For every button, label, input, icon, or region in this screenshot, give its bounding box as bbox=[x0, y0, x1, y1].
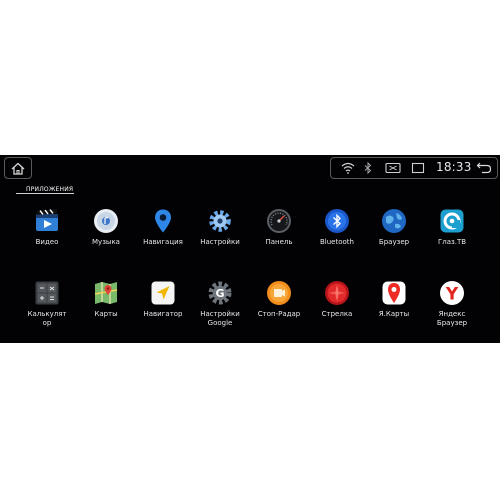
glaz-tv-icon bbox=[440, 209, 464, 233]
app-label: Я.Карты bbox=[378, 310, 410, 318]
app-label: Стрелка bbox=[321, 310, 353, 318]
head-unit-screen: 18:33 ПРИЛОЖЕНИЯ Видео Музыка Навигация … bbox=[0, 155, 500, 343]
app-video[interactable]: Видео bbox=[17, 208, 77, 278]
app-yandex-browser[interactable]: Y Яндекс Браузер bbox=[422, 280, 482, 343]
app-label: Глаз.ТВ bbox=[437, 238, 467, 246]
app-label: Стоп-Радар bbox=[257, 310, 301, 318]
navigation-pin-icon bbox=[155, 209, 171, 233]
tab-underline bbox=[16, 193, 74, 194]
app-label: Настройки Google bbox=[200, 310, 240, 327]
app-label: Яндекс Браузер bbox=[436, 310, 468, 327]
app-label: Навигация bbox=[143, 238, 183, 246]
app-yandex-maps[interactable]: Я.Карты bbox=[364, 280, 424, 343]
app-navigator[interactable]: Навигатор bbox=[133, 280, 193, 343]
home-button[interactable] bbox=[4, 157, 32, 179]
app-label: Настройки bbox=[200, 238, 240, 246]
bluetooth-status-icon bbox=[364, 162, 372, 174]
clock: 18:33 bbox=[436, 160, 472, 174]
app-bluetooth[interactable]: Bluetooth bbox=[307, 208, 367, 278]
tab-applications[interactable]: ПРИЛОЖЕНИЯ bbox=[26, 186, 73, 193]
status-panel: 18:33 bbox=[330, 157, 498, 179]
app-music[interactable]: Музыка bbox=[76, 208, 136, 278]
music-icon bbox=[94, 209, 118, 233]
app-label: Калькулят ор bbox=[27, 310, 67, 327]
app-strelka[interactable]: Стрелка bbox=[307, 280, 367, 343]
yandex-browser-icon: Y bbox=[440, 281, 464, 305]
back-icon[interactable] bbox=[476, 161, 492, 174]
app-calculator[interactable]: Калькулят ор bbox=[17, 280, 77, 343]
yandex-maps-icon bbox=[382, 281, 406, 305]
app-maps[interactable]: Карты bbox=[76, 280, 136, 343]
app-label: Навигатор bbox=[143, 310, 183, 318]
svg-text:G: G bbox=[215, 287, 224, 300]
app-label: Панель bbox=[265, 238, 293, 246]
svg-text:Y: Y bbox=[445, 285, 459, 305]
strelka-icon bbox=[325, 281, 349, 305]
google-settings-icon: G bbox=[208, 281, 232, 305]
app-google-settings[interactable]: G Настройки Google bbox=[190, 280, 250, 343]
app-label: Браузер bbox=[378, 238, 410, 246]
app-stop-radar[interactable]: Стоп-Радар bbox=[249, 280, 309, 343]
calculator-icon bbox=[35, 281, 59, 305]
app-label: Карты bbox=[94, 310, 118, 318]
navigator-arrow-icon bbox=[151, 281, 175, 305]
video-icon bbox=[36, 209, 58, 231]
dashboard-gauge-icon bbox=[267, 209, 291, 233]
app-browser[interactable]: Браузер bbox=[364, 208, 424, 278]
bluetooth-icon bbox=[325, 209, 349, 233]
app-dashboard[interactable]: Панель bbox=[249, 208, 309, 278]
wifi-icon bbox=[341, 162, 355, 174]
app-settings[interactable]: Настройки bbox=[190, 208, 250, 278]
app-label: Музыка bbox=[92, 238, 120, 246]
stop-radar-icon bbox=[267, 281, 291, 305]
app-glaz-tv[interactable]: Глаз.ТВ bbox=[422, 208, 482, 278]
app-navigation[interactable]: Навигация bbox=[133, 208, 193, 278]
app-label: Видео bbox=[35, 238, 59, 246]
status-bar: 18:33 bbox=[0, 155, 500, 181]
recent-apps-icon[interactable] bbox=[411, 162, 425, 174]
screenshot-icon[interactable] bbox=[385, 162, 401, 174]
home-icon bbox=[11, 162, 25, 175]
maps-icon bbox=[94, 282, 118, 304]
settings-gear-icon bbox=[209, 210, 231, 232]
browser-globe-icon bbox=[382, 209, 406, 233]
app-label: Bluetooth bbox=[320, 238, 354, 246]
